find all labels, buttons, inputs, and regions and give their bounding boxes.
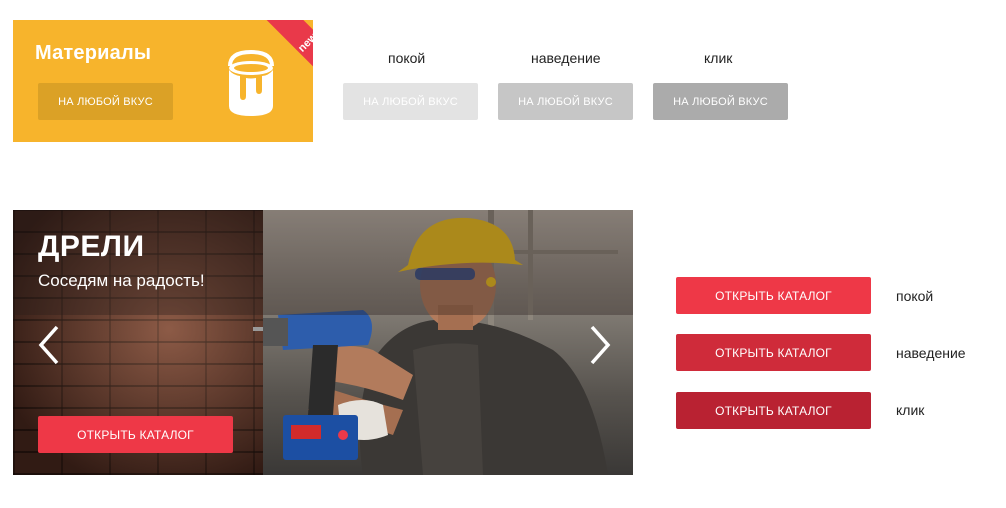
state-label-idle: покой [388, 50, 426, 66]
red-state-label-click: клик [896, 402, 925, 418]
banner-open-catalog-button[interactable]: ОТКРЫТЬ КАТАЛОГ [38, 416, 233, 453]
banner-subtitle: Соседям на радость! [38, 271, 205, 290]
gray-button-idle[interactable]: НА ЛЮБОЙ ВКУС [343, 83, 478, 120]
new-ribbon: new [233, 20, 313, 100]
red-state-label-idle: покой [896, 288, 934, 304]
banner-title: ДРЕЛИ [38, 230, 145, 263]
red-button-click[interactable]: ОТКРЫТЬ КАТАЛОГ [676, 392, 871, 429]
tile-button[interactable]: НА ЛЮБОЙ ВКУС [38, 83, 173, 120]
red-button-idle[interactable]: ОТКРЫТЬ КАТАЛОГ [676, 277, 871, 314]
gray-button-hover[interactable]: НА ЛЮБОЙ ВКУС [498, 83, 633, 120]
state-label-click: клик [704, 50, 733, 66]
state-label-hover: наведение [531, 50, 601, 66]
red-button-hover[interactable]: ОТКРЫТЬ КАТАЛОГ [676, 334, 871, 371]
materials-category-tile[interactable]: Материалы НА ЛЮБОЙ ВКУС new [13, 20, 313, 142]
gray-button-click[interactable]: НА ЛЮБОЙ ВКУС [653, 83, 788, 120]
chevron-right-icon[interactable] [586, 323, 614, 367]
ribbon-text: new [296, 31, 313, 55]
drills-promo-banner: ДРЕЛИ Соседям на радость! ОТКРЫТЬ КАТАЛО… [13, 210, 633, 475]
tile-title: Материалы [35, 42, 152, 64]
chevron-left-icon[interactable] [35, 323, 63, 367]
red-state-label-hover: наведение [896, 345, 966, 361]
